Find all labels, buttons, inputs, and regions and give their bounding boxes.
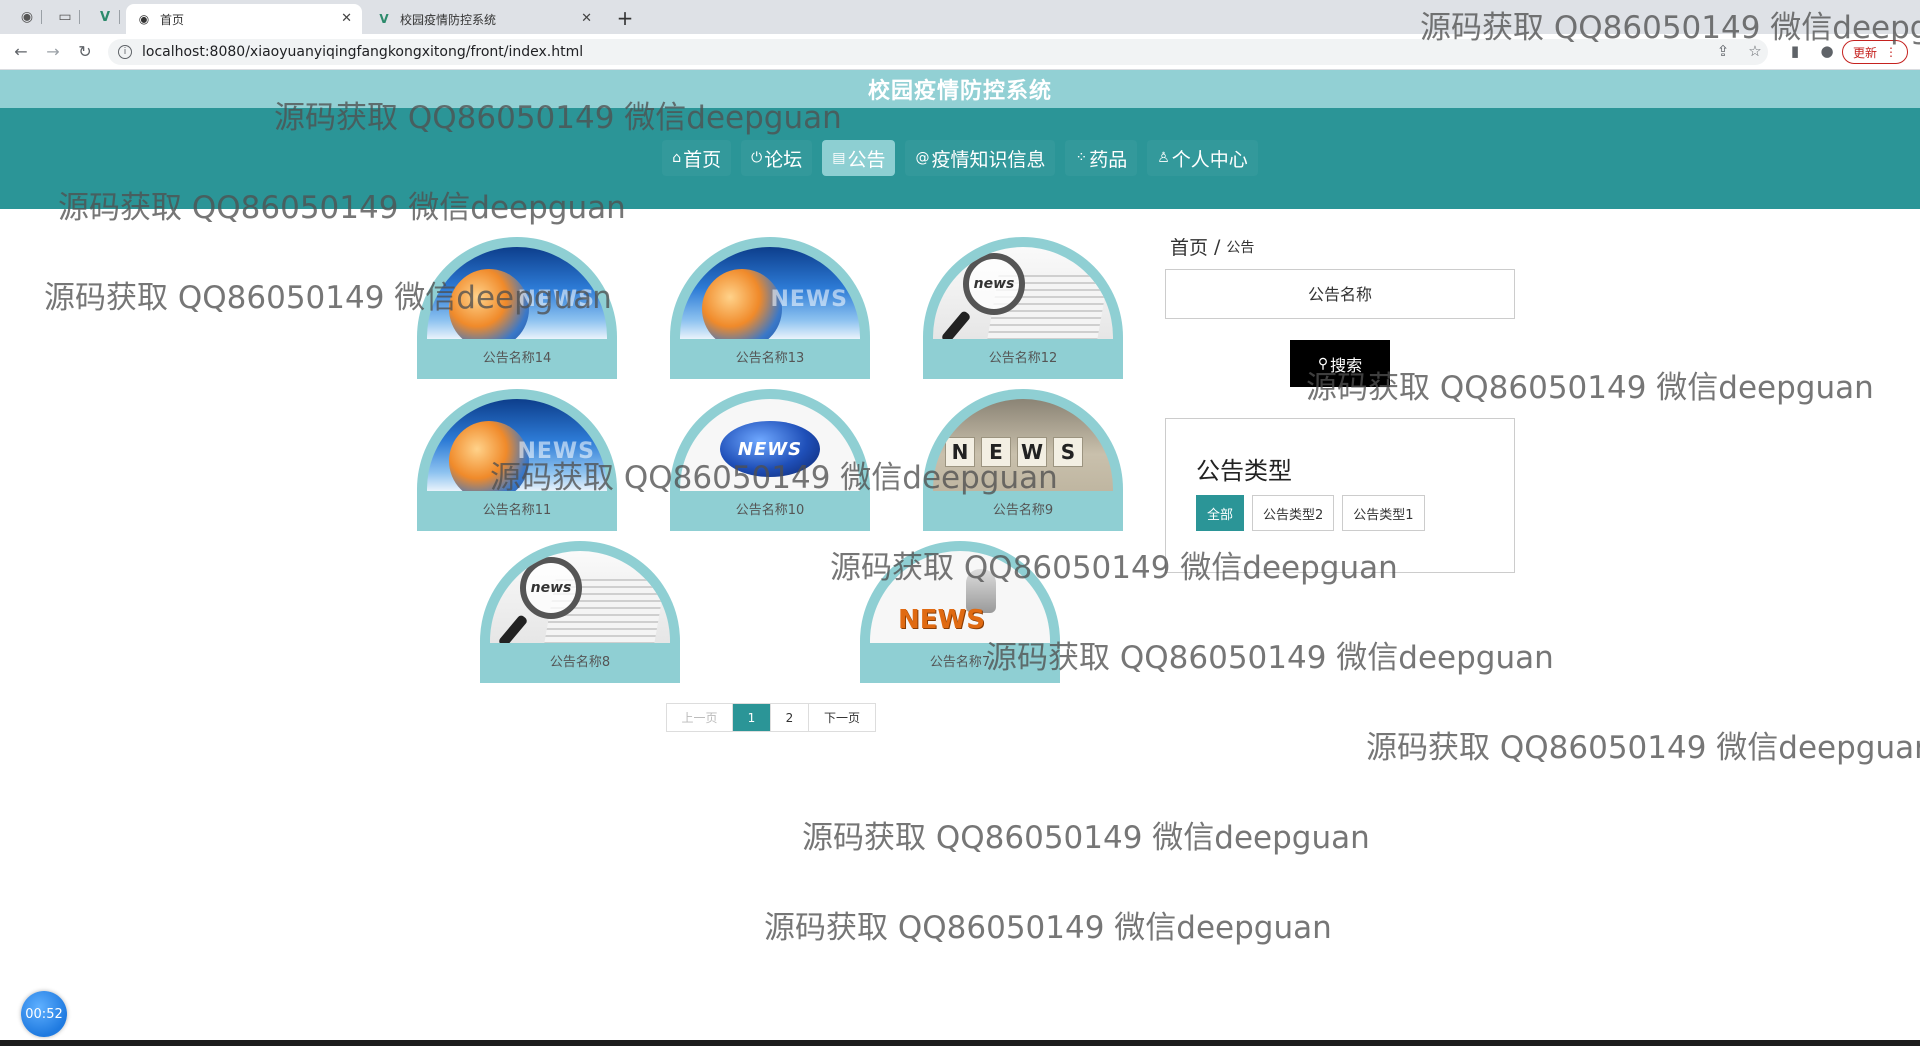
notice-card[interactable]: NEWS 公告名称14: [417, 237, 617, 379]
nav-label: 论坛: [764, 148, 803, 171]
search-input[interactable]: [1165, 269, 1515, 319]
watermark: 源码获取 QQ86050149 微信deepguan: [764, 910, 1332, 946]
breadcrumb: 首页 / 公告: [1170, 233, 1254, 260]
notice-card[interactable]: NEWS 公告名称10: [670, 389, 870, 531]
watermark: 源码获取 QQ86050149 微信deepguan: [1306, 370, 1874, 406]
address-bar: ← → ↻ i localhost:8080/xiaoyuanyiqingfan…: [0, 34, 1920, 70]
nav-label: 公告: [847, 148, 886, 171]
site-title: 校园疫情防控系统: [867, 79, 1052, 104]
watermark: 源码获取 QQ86050149 微信deepguan: [1366, 730, 1920, 766]
url-field[interactable]: i localhost:8080/xiaoyuanyiqingfangkongx…: [108, 39, 1768, 65]
breadcrumb-separator: /: [1214, 235, 1221, 258]
notice-card[interactable]: news 公告名称8: [480, 541, 680, 683]
globe-icon: ◉: [20, 9, 34, 25]
nav-item-notice[interactable]: ▤ 公告: [822, 140, 896, 176]
nav-label: 首页: [683, 148, 722, 171]
browser-tab-bar: ◉ ▭ V ◉ 首页 ✕ V 校园疫情防控系统 ✕ +: [0, 0, 1920, 34]
pinned-tab-1[interactable]: ◉: [12, 6, 42, 28]
home-icon: ⌂: [672, 150, 682, 166]
star-icon[interactable]: ☆: [1744, 42, 1766, 60]
bottom-strip: [0, 1040, 1920, 1046]
notice-title: 公告名称8: [549, 655, 611, 670]
notice-card[interactable]: NEWS 公告名称7: [860, 541, 1060, 683]
notice-title: 公告名称11: [482, 503, 552, 518]
nav-item-forum[interactable]: ⏻ 论坛: [741, 140, 813, 176]
notice-title: 公告名称9: [992, 503, 1054, 518]
search-button[interactable]: ⚲ 搜索: [1290, 340, 1390, 387]
page-button[interactable]: 1: [733, 704, 771, 731]
nav-label: 个人中心: [1171, 148, 1248, 171]
tab-title: 校园疫情防控系统: [400, 12, 497, 27]
notice-title: 公告名称12: [988, 351, 1058, 366]
type-chip[interactable]: 公告类型1: [1342, 495, 1425, 531]
type-chip-list: 全部 公告类型2 公告类型1: [1196, 495, 1425, 531]
breadcrumb-home[interactable]: 首页: [1170, 233, 1208, 260]
nav-item-home[interactable]: ⌂ 首页: [662, 140, 732, 176]
update-button[interactable]: 更新 ⋮: [1842, 40, 1908, 64]
notice-title: 公告名称14: [482, 351, 552, 366]
type-chip-all[interactable]: 全部: [1196, 495, 1245, 531]
breadcrumb-current: 公告: [1226, 239, 1255, 256]
watermark: 源码获取 QQ86050149 微信deepguan: [802, 820, 1370, 856]
notice-title: 公告名称13: [735, 351, 805, 366]
notice-card[interactable]: N E W S 公告名称9: [923, 389, 1123, 531]
close-icon[interactable]: ✕: [581, 11, 592, 26]
notice-card[interactable]: NEWS 公告名称11: [417, 389, 617, 531]
pinned-tab-3[interactable]: V: [90, 6, 120, 28]
nav-label: 疫情知识信息: [931, 148, 1046, 171]
grid-icon: ⁘: [1075, 150, 1088, 166]
url-text: localhost:8080/xiaoyuanyiqingfangkongxit…: [142, 44, 584, 60]
tab-title: 首页: [160, 12, 185, 27]
at-icon: @: [915, 150, 930, 166]
share-icon[interactable]: ⇪: [1712, 42, 1734, 60]
nav-item-profile[interactable]: ♙ 个人中心: [1147, 140, 1258, 176]
vue-logo-icon: V: [99, 9, 111, 25]
search-label: 搜索: [1330, 357, 1363, 375]
site-title-bar: 校园疫情防控系统: [0, 70, 1920, 108]
update-label: 更新: [1852, 45, 1877, 60]
notice-title: 公告名称10: [735, 503, 805, 518]
globe-icon: ◉: [138, 12, 150, 26]
notice-type-panel: 公告类型 全部 公告类型2 公告类型1: [1165, 418, 1515, 573]
tab-home[interactable]: ◉ 首页 ✕: [126, 4, 362, 34]
notice-title: 公告名称7: [929, 655, 991, 670]
nav-item-knowledge[interactable]: @ 疫情知识信息: [905, 140, 1056, 176]
next-page-button[interactable]: 下一页: [809, 704, 875, 731]
new-tab-icon[interactable]: +: [612, 6, 638, 30]
page-button[interactable]: 2: [771, 704, 809, 731]
forward-icon[interactable]: →: [42, 42, 64, 61]
search-icon: ⚲: [1317, 355, 1329, 371]
prev-page-button[interactable]: 上一页: [667, 704, 733, 731]
main-nav: ⌂ 首页 ⏻ 论坛 ▤ 公告 @ 疫情知识信息 ⁘ 药品 ♙ 个人中心: [0, 108, 1920, 209]
blank-page-icon: ▭: [58, 9, 72, 25]
close-icon[interactable]: ✕: [341, 11, 352, 26]
recording-timer[interactable]: 00:52: [21, 991, 67, 1037]
nav-label: 药品: [1089, 148, 1128, 171]
pagination: 上一页 1 2 下一页: [666, 703, 876, 732]
notice-card[interactable]: NEWS 公告名称13: [670, 237, 870, 379]
power-icon: ⏻: [751, 150, 763, 166]
sidebar-icon[interactable]: ▮: [1784, 42, 1806, 60]
pinned-tab-2[interactable]: ▭: [50, 6, 80, 28]
nav-item-medicine[interactable]: ⁘ 药品: [1065, 140, 1138, 176]
type-panel-title: 公告类型: [1196, 457, 1292, 485]
profile-icon[interactable]: ●: [1816, 42, 1838, 60]
more-icon: ⋮: [1885, 45, 1897, 59]
notice-icon: ▤: [832, 150, 846, 166]
notice-card[interactable]: news 公告名称12: [923, 237, 1123, 379]
back-icon[interactable]: ←: [10, 42, 32, 61]
info-icon[interactable]: i: [118, 45, 132, 59]
nav-list: ⌂ 首页 ⏻ 论坛 ▤ 公告 @ 疫情知识信息 ⁘ 药品 ♙ 个人中心: [0, 140, 1920, 176]
user-icon: ♙: [1157, 150, 1170, 166]
reload-icon[interactable]: ↻: [74, 42, 96, 61]
vue-logo-icon: V: [379, 12, 389, 26]
tab-system[interactable]: V 校园疫情防控系统 ✕: [366, 4, 602, 34]
watermark: 源码获取 QQ86050149 微信deepguan: [986, 640, 1554, 676]
type-chip[interactable]: 公告类型2: [1252, 495, 1335, 531]
